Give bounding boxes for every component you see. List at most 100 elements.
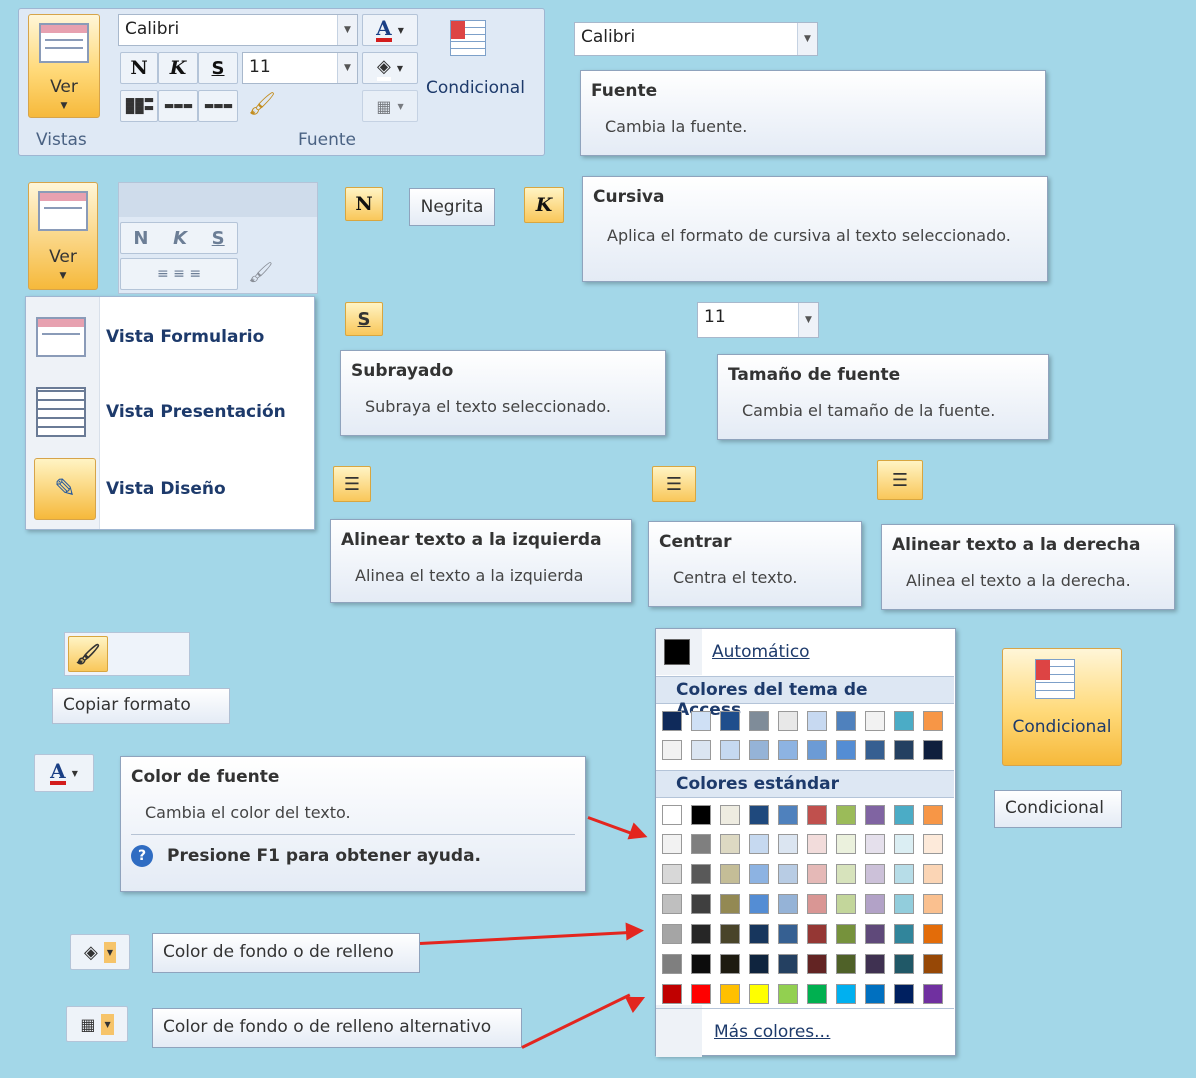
color-swatch[interactable] xyxy=(894,984,914,1004)
color-swatch[interactable] xyxy=(807,864,827,884)
more-colors-link[interactable]: Más colores... xyxy=(714,1022,830,1042)
font-color-button-2[interactable]: A ▼ xyxy=(34,754,94,792)
color-swatch[interactable] xyxy=(720,954,740,974)
fill-color-button[interactable]: ◈ ▼ xyxy=(362,52,418,84)
color-swatch[interactable] xyxy=(749,834,769,854)
menu-item-vista-presentacion[interactable]: Vista Presentación xyxy=(36,386,306,438)
color-swatch[interactable] xyxy=(836,864,856,884)
chevron-down-icon[interactable]: ▼ xyxy=(337,53,357,83)
bold-button-faded[interactable]: N K S xyxy=(120,222,238,254)
color-swatch[interactable] xyxy=(923,894,943,914)
color-swatch[interactable] xyxy=(691,805,711,825)
color-swatch[interactable] xyxy=(836,894,856,914)
color-swatch[interactable] xyxy=(836,711,856,731)
color-swatch[interactable] xyxy=(778,894,798,914)
color-swatch[interactable] xyxy=(691,834,711,854)
color-swatch[interactable] xyxy=(894,954,914,974)
color-swatch[interactable] xyxy=(749,711,769,731)
color-swatch[interactable] xyxy=(807,954,827,974)
format-painter-icon[interactable]: 🖌 xyxy=(248,260,273,284)
color-swatch[interactable] xyxy=(720,834,740,854)
color-swatch[interactable] xyxy=(691,984,711,1004)
color-swatch[interactable] xyxy=(865,740,885,760)
color-swatch[interactable] xyxy=(662,740,682,760)
align-right-button[interactable]: ▬▬▬ xyxy=(198,90,238,122)
color-swatch[interactable] xyxy=(691,711,711,731)
color-swatch[interactable] xyxy=(749,740,769,760)
color-swatch[interactable] xyxy=(807,711,827,731)
color-swatch[interactable] xyxy=(720,711,740,731)
color-swatch[interactable] xyxy=(662,924,682,944)
color-swatch[interactable] xyxy=(662,805,682,825)
color-swatch[interactable] xyxy=(894,805,914,825)
color-swatch[interactable] xyxy=(894,894,914,914)
color-swatch[interactable] xyxy=(662,894,682,914)
chevron-down-icon[interactable]: ▼ xyxy=(798,303,818,337)
italic-button[interactable]: K xyxy=(158,52,198,84)
color-swatch[interactable] xyxy=(865,711,885,731)
color-swatch[interactable] xyxy=(865,805,885,825)
align-right-icon[interactable]: ☰ xyxy=(877,460,923,500)
view-button-open[interactable]: Ver ▼ xyxy=(28,182,98,290)
color-swatch[interactable] xyxy=(836,954,856,974)
color-swatch[interactable] xyxy=(923,864,943,884)
font-color-button[interactable]: A ▼ xyxy=(362,14,418,46)
alt-fill-color-button-2[interactable]: ▦ ▼ xyxy=(66,1006,128,1042)
color-swatch[interactable] xyxy=(720,924,740,944)
color-swatch[interactable] xyxy=(923,711,943,731)
align-left-icon[interactable]: ☰ xyxy=(333,466,371,502)
color-swatch[interactable] xyxy=(778,834,798,854)
color-swatch[interactable] xyxy=(749,984,769,1004)
color-swatch[interactable] xyxy=(720,894,740,914)
color-swatch[interactable] xyxy=(836,984,856,1004)
color-swatch[interactable] xyxy=(749,894,769,914)
color-swatch[interactable] xyxy=(865,954,885,974)
color-swatch[interactable] xyxy=(807,834,827,854)
color-swatch[interactable] xyxy=(894,740,914,760)
automatic-color-item[interactable]: Automático xyxy=(664,636,948,668)
color-swatch[interactable] xyxy=(720,740,740,760)
color-swatch[interactable] xyxy=(778,711,798,731)
align-left-button[interactable]: ▬▬▬ ▬▬ ▬▬▬ ▬▬ xyxy=(120,90,158,122)
color-swatch[interactable] xyxy=(720,864,740,884)
color-swatch[interactable] xyxy=(807,805,827,825)
color-swatch[interactable] xyxy=(923,805,943,825)
color-swatch[interactable] xyxy=(923,984,943,1004)
conditional-big-button[interactable]: Condicional xyxy=(1002,648,1122,766)
color-swatch[interactable] xyxy=(662,711,682,731)
color-swatch[interactable] xyxy=(662,984,682,1004)
color-swatch[interactable] xyxy=(691,740,711,760)
alt-fill-color-button[interactable]: ▦ ▼ xyxy=(362,90,418,122)
format-painter-icon[interactable]: 🖌 xyxy=(248,92,276,117)
color-swatch[interactable] xyxy=(923,834,943,854)
color-swatch[interactable] xyxy=(662,954,682,974)
color-swatch[interactable] xyxy=(807,740,827,760)
color-swatch[interactable] xyxy=(691,924,711,944)
menu-item-vista-formulario[interactable]: Vista Formulario xyxy=(36,312,306,362)
color-swatch[interactable] xyxy=(807,924,827,944)
color-swatch[interactable] xyxy=(778,984,798,1004)
color-swatch[interactable] xyxy=(923,924,943,944)
color-swatch[interactable] xyxy=(749,954,769,974)
color-swatch[interactable] xyxy=(778,805,798,825)
color-swatch[interactable] xyxy=(749,805,769,825)
color-swatch[interactable] xyxy=(865,864,885,884)
underline-button[interactable]: S xyxy=(198,52,238,84)
color-swatch[interactable] xyxy=(894,864,914,884)
fill-color-button-2[interactable]: ◈ ▼ xyxy=(70,934,130,970)
font-size-combo[interactable]: 11 ▼ xyxy=(242,52,358,84)
align-center-icon[interactable]: ☰ xyxy=(652,466,696,502)
color-swatch[interactable] xyxy=(720,984,740,1004)
color-swatch[interactable] xyxy=(691,894,711,914)
color-swatch[interactable] xyxy=(691,864,711,884)
color-swatch[interactable] xyxy=(836,924,856,944)
menu-item-vista-diseno[interactable]: ✎ Vista Diseño xyxy=(34,458,306,520)
conditional-format-icon[interactable] xyxy=(450,20,500,66)
color-swatch[interactable] xyxy=(778,864,798,884)
color-swatch[interactable] xyxy=(836,740,856,760)
color-swatch[interactable] xyxy=(749,924,769,944)
chevron-down-icon[interactable]: ▼ xyxy=(797,23,817,55)
color-swatch[interactable] xyxy=(894,924,914,944)
color-swatch[interactable] xyxy=(923,954,943,974)
bold-icon[interactable]: N xyxy=(345,187,383,221)
